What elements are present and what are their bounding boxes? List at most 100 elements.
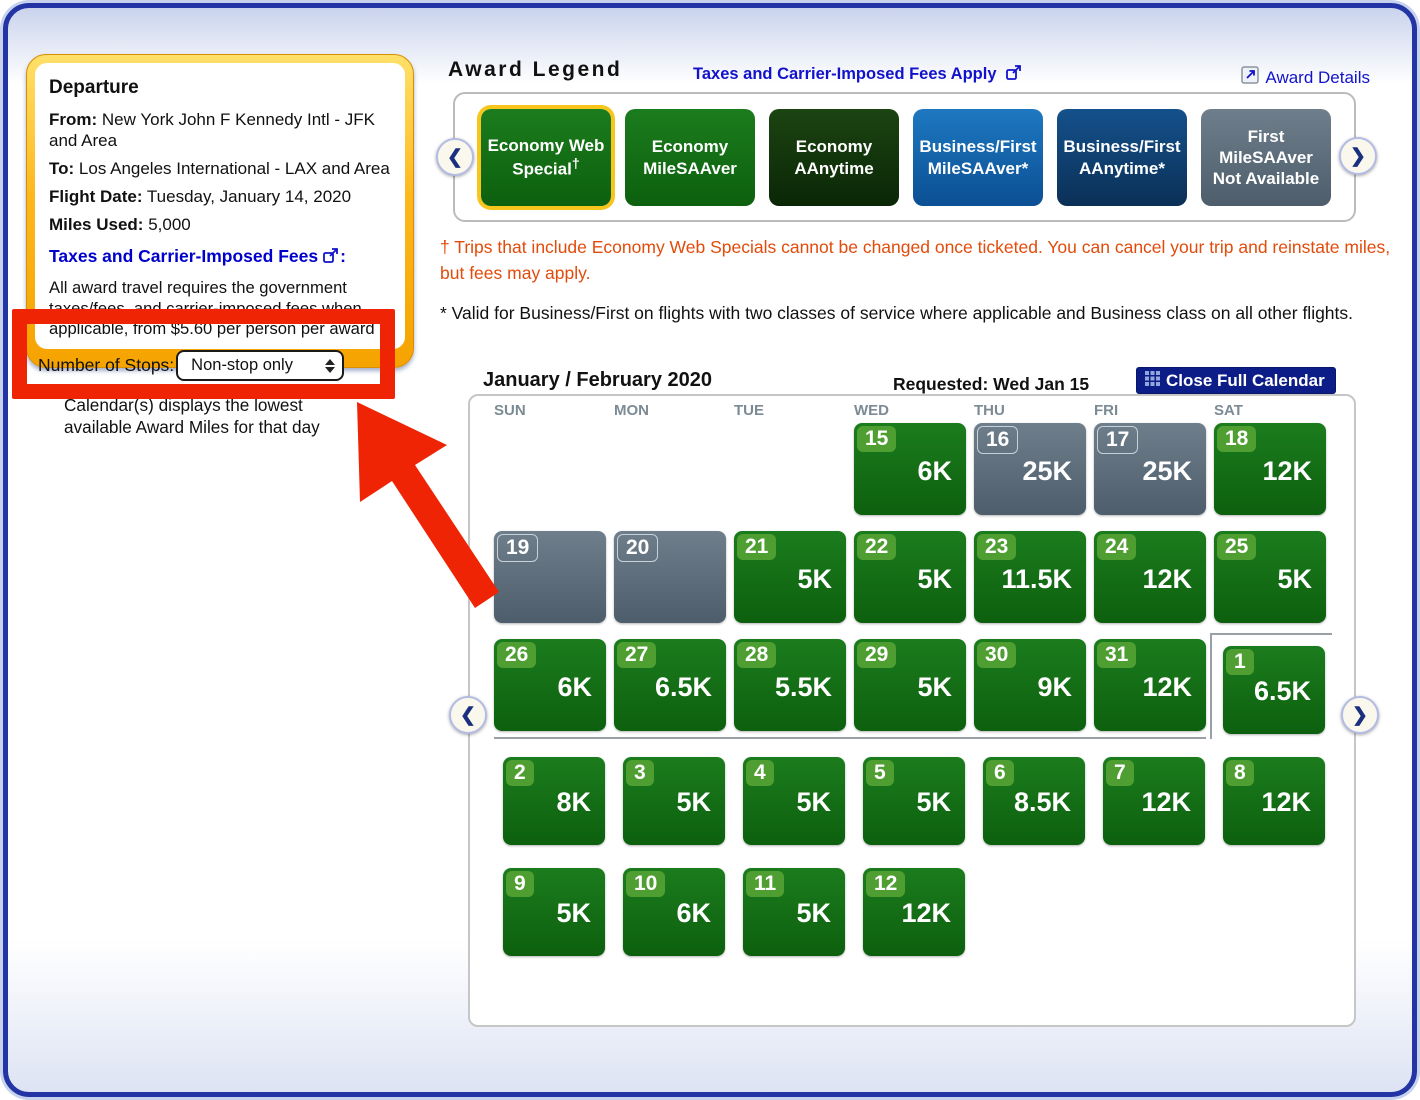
calendar-next-button[interactable]: ❯ <box>1341 696 1379 734</box>
empty-calendar-slot <box>494 423 606 515</box>
award-miles-value: 12K <box>901 898 951 928</box>
award-miles-value: 5K <box>1277 564 1312 594</box>
day-number-badge: 25 <box>1217 534 1257 560</box>
calendar-day-jan-18[interactable]: 18 12K <box>1214 423 1326 515</box>
day-number-badge: 2 <box>506 760 534 786</box>
calendar-prev-button[interactable]: ❮ <box>449 696 487 734</box>
calendar-day-feb-1[interactable]: 1 6.5K <box>1223 646 1325 734</box>
requested-date-label: Requested: Wed Jan 15 <box>893 374 1090 394</box>
award-miles-value: 6K <box>557 672 592 702</box>
day-number-badge: 20 <box>617 534 659 562</box>
calendar-day-feb-5[interactable]: 5 5K <box>863 757 965 845</box>
calendar-day-jan-16[interactable]: 16 25K <box>974 423 1086 515</box>
day-number-badge: 28 <box>737 642 777 668</box>
award-miles-value: 11.5K <box>1001 564 1072 594</box>
award-miles-value: 5K <box>917 564 952 594</box>
departure-title: Departure <box>49 77 139 98</box>
number-of-stops-value: Non-stop only <box>191 356 293 374</box>
award-miles-value: 25K <box>1142 456 1192 486</box>
taxes-fees-apply-text: Taxes and Carrier-Imposed Fees Apply <box>693 65 997 83</box>
calendar-day-jan-17[interactable]: 17 25K <box>1094 423 1206 515</box>
calendar-day-feb-8[interactable]: 8 12K <box>1223 757 1325 845</box>
calendar-day-jan-28[interactable]: 28 5.5K <box>734 639 846 731</box>
legend-tile-economy-aanytime: Economy AAnytime <box>769 109 899 206</box>
calendar-day-jan-25[interactable]: 25 5K <box>1214 531 1326 623</box>
calendar-day-feb-11[interactable]: 11 5K <box>743 868 845 956</box>
award-miles-value: 5K <box>676 787 711 817</box>
legend-tile-label: Economy Web Special† <box>487 135 605 179</box>
day-number-badge: 10 <box>626 871 666 897</box>
legend-prev-button[interactable]: ❮ <box>436 138 474 176</box>
calendar-day-feb-9[interactable]: 9 5K <box>503 868 605 956</box>
number-of-stops-row: Number of Stops: Non-stop only <box>38 350 345 381</box>
legend-tile-label: Business/First AAnytime* <box>1063 137 1181 178</box>
legend-tile-label: First MileSAAver Not Available <box>1212 126 1320 189</box>
day-header-mon: MON <box>614 402 649 419</box>
business-first-asterisk-note: * Valid for Business/First on flights wi… <box>440 303 1354 323</box>
award-calendar: SUN MON TUE WED THU FRI SAT 15 6K 16 25K 17 25K 18 12… <box>449 394 1379 1027</box>
calendar-day-jan-15[interactable]: 15 6K <box>854 423 966 515</box>
award-miles-value: 12K <box>1262 456 1312 486</box>
day-header-sat: SAT <box>1214 402 1243 419</box>
day-number-badge: 23 <box>977 534 1017 560</box>
award-miles-value: 9K <box>1037 672 1072 702</box>
award-details-text: Award Details <box>1265 67 1370 87</box>
calendar-day-feb-2[interactable]: 2 8K <box>503 757 605 845</box>
legend-tile-label: Economy AAnytime <box>794 137 874 178</box>
empty-calendar-slot <box>1094 861 1206 953</box>
award-legend-box: Economy Web Special† Economy MileSAAver Ec… <box>436 92 1377 222</box>
legend-tile-economy-milesaaver: Economy MileSAAver <box>625 109 755 206</box>
close-full-calendar-button[interactable]: Close Full Calendar <box>1136 367 1336 394</box>
award-miles-value: 12K <box>1261 787 1311 817</box>
calendar-day-jan-31[interactable]: 31 12K <box>1094 639 1206 731</box>
day-number-badge: 26 <box>497 642 537 668</box>
legend-next-button[interactable]: ❯ <box>1339 137 1377 175</box>
calendar-day-feb-12[interactable]: 12 12K <box>863 868 965 956</box>
calendar-day-feb-10[interactable]: 10 6K <box>623 868 725 956</box>
day-number-badge: 19 <box>497 534 539 562</box>
calendar-day-feb-3[interactable]: 3 5K <box>623 757 725 845</box>
calendar-day-jan-26[interactable]: 26 6K <box>494 639 606 731</box>
day-number-badge: 21 <box>737 534 777 560</box>
lowest-miles-note: Calendar(s) displays the lowest availabl… <box>64 394 394 438</box>
legend-tile-first-na: First MileSAAver Not Available <box>1201 109 1331 206</box>
departure-to: To: Los Angeles International - LAX and … <box>49 158 391 179</box>
day-number-badge: 3 <box>626 760 654 786</box>
calendar-day-feb-7[interactable]: 7 12K <box>1103 757 1205 845</box>
day-header-tue: TUE <box>734 402 764 419</box>
calendar-day-jan-24[interactable]: 24 12K <box>1094 531 1206 623</box>
departure-box: Departure From: New York John F Kennedy … <box>26 54 414 369</box>
calendar-day-feb-4[interactable]: 4 5K <box>743 757 845 845</box>
day-header-sun: SUN <box>494 402 526 419</box>
award-miles-value: 8.5K <box>1013 787 1071 817</box>
calendar-day-jan-27[interactable]: 27 6.5K <box>614 639 726 731</box>
calendar-grid-icon <box>1145 370 1160 391</box>
number-of-stops-select[interactable]: Non-stop only <box>176 350 345 381</box>
award-miles-value: 6K <box>917 456 952 486</box>
day-number-badge: 4 <box>746 760 774 786</box>
award-miles-value: 25K <box>1022 456 1072 486</box>
day-number-badge: 22 <box>857 534 897 560</box>
fees-link-colon: : <box>340 246 346 267</box>
award-miles-value: 6.5K <box>654 672 712 702</box>
award-miles-value: 5K <box>796 898 831 928</box>
taxes-fees-link[interactable]: Taxes and Carrier-Imposed Fees <box>49 246 318 266</box>
departure-flight-date: Flight Date: Tuesday, January 14, 2020 <box>49 186 391 207</box>
award-miles-value: 5K <box>556 898 591 928</box>
award-details-link[interactable]: Award Details <box>1241 66 1370 89</box>
calendar-day-jan-30[interactable]: 30 9K <box>974 639 1086 731</box>
legend-tile-label: Business/First MileSAAver* <box>919 137 1037 178</box>
calendar-day-jan-21[interactable]: 21 5K <box>734 531 846 623</box>
award-miles-value: 5.5K <box>774 672 832 702</box>
taxes-fees-apply-link[interactable]: Taxes and Carrier-Imposed Fees Apply <box>693 64 1023 86</box>
select-updown-icon <box>325 358 336 373</box>
calendar-day-jan-29[interactable]: 29 5K <box>854 639 966 731</box>
award-miles-value: 5K <box>796 787 831 817</box>
calendar-day-feb-6[interactable]: 6 8.5K <box>983 757 1085 845</box>
from-label: From: <box>49 110 98 129</box>
departure-miles-used: Miles Used: 5,000 <box>49 214 391 235</box>
miles-used-value: 5,000 <box>148 215 191 235</box>
calendar-day-jan-23[interactable]: 23 11.5K <box>974 531 1086 623</box>
close-full-calendar-label: Close Full Calendar <box>1166 370 1325 390</box>
calendar-day-jan-22[interactable]: 22 5K <box>854 531 966 623</box>
